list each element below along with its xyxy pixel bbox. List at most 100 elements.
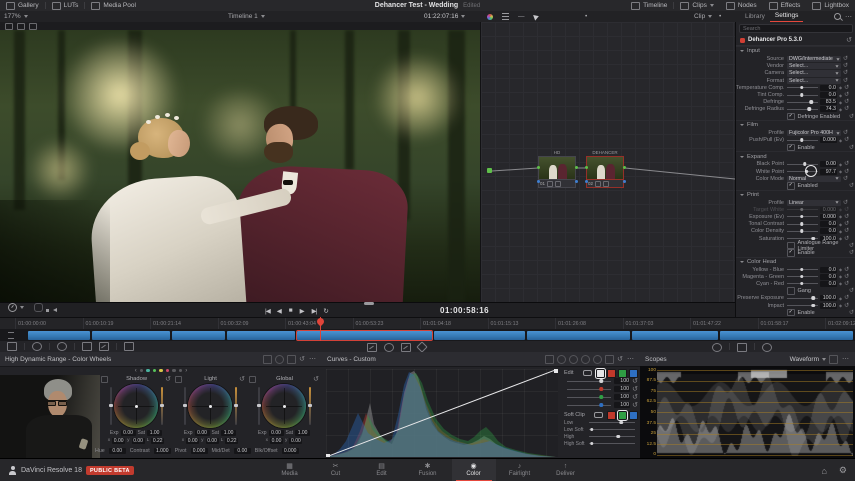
target-white-value[interactable]: 0.000 <box>820 207 837 213</box>
reset-icon[interactable]: ↺ <box>313 375 319 383</box>
reset-icon[interactable]: ↺ <box>299 355 305 363</box>
gang-checkbox[interactable] <box>787 287 795 295</box>
red-gain-value[interactable]: 100 <box>614 386 630 392</box>
media-pool-button[interactable]: Media Pool <box>85 0 142 11</box>
white-point-value[interactable]: 97.7 <box>820 169 837 175</box>
saturation-slider[interactable] <box>787 238 818 239</box>
first-frame-button[interactable]: |◀ <box>265 307 270 315</box>
light-color-wheel[interactable] <box>188 384 232 428</box>
scope-mode-select[interactable]: Waveform <box>790 356 819 363</box>
timeline-selector[interactable]: Timeline 1 <box>228 11 265 22</box>
node-view-dot-icon[interactable]: • <box>585 11 587 22</box>
viewer-image[interactable] <box>0 30 480 302</box>
reset-icon[interactable]: ↺ <box>844 221 849 227</box>
yellow-blue-value[interactable]: 0.0 <box>820 267 837 273</box>
project-manager-home-icon[interactable]: ⌂ <box>821 466 826 476</box>
timeline-zoom-handle[interactable] <box>364 302 374 305</box>
temperature-comp-value[interactable]: 0.0 <box>820 85 837 91</box>
timeline-clips-track[interactable] <box>0 329 855 341</box>
saturation-slider[interactable] <box>235 387 237 425</box>
reset-icon[interactable]: ↺ <box>843 63 848 69</box>
pager-dot[interactable] <box>153 369 157 373</box>
reset-icon[interactable]: ↺ <box>632 393 638 401</box>
keyframe-icon[interactable]: ◆ <box>839 169 842 174</box>
audio-mute-icon[interactable] <box>53 308 57 312</box>
reset-icon[interactable]: ↺ <box>844 228 849 234</box>
reset-icon[interactable]: ↺ <box>632 385 638 393</box>
link-channels-icon[interactable] <box>583 370 592 376</box>
vendor-select[interactable]: Select... <box>787 63 841 69</box>
page-tab-edit[interactable]: ▤Edit <box>360 459 404 481</box>
plugin-enabled-dot[interactable] <box>740 38 745 43</box>
blk-offset-value[interactable]: 0.000 <box>282 448 299 454</box>
node-graph[interactable]: HD 01 DEHANCER 02 <box>480 22 736 302</box>
shadow-color-wheel[interactable] <box>114 384 158 428</box>
reset-icon[interactable]: ↺ <box>844 281 849 287</box>
timeline-clip[interactable] <box>720 331 853 340</box>
keyframe-icon[interactable]: ◆ <box>839 229 842 234</box>
info-icon[interactable] <box>762 343 772 352</box>
node-output-dot[interactable] <box>623 166 626 169</box>
l-value[interactable]: 0.22 <box>225 438 238 444</box>
panel-expand-icon[interactable] <box>287 355 296 364</box>
reset-icon[interactable]: ↺ <box>844 99 849 105</box>
red-gain-slider[interactable] <box>567 389 611 390</box>
page-tab-fairlight[interactable]: ♪Fairlight <box>498 459 542 481</box>
pager-dot[interactable] <box>146 369 150 373</box>
exposure-ev-slider[interactable] <box>787 216 818 217</box>
highlight-eye-icon[interactable] <box>712 343 722 352</box>
exp-value[interactable]: 0.00 <box>195 430 210 436</box>
clips-button[interactable]: Clips <box>674 0 719 11</box>
timeline-clip[interactable] <box>92 331 170 340</box>
reset-icon[interactable]: ↺ <box>844 274 849 280</box>
exposure-ev-value[interactable]: 0.000 <box>820 214 837 220</box>
y-gain-value[interactable]: 100 <box>614 378 630 384</box>
timeline-clip-selected[interactable] <box>297 331 432 340</box>
tab-library[interactable]: Library <box>740 11 770 22</box>
curve-tool-icon[interactable] <box>545 355 554 364</box>
reset-icon[interactable]: ↺ <box>849 145 854 151</box>
page-tab-media[interactable]: ▦Media <box>268 459 312 481</box>
profile-select[interactable]: Linear <box>787 200 841 206</box>
keyframe-icon[interactable]: ◆ <box>839 162 842 167</box>
wheel-mode-icon[interactable] <box>32 342 42 351</box>
x-value[interactable]: 0.00 <box>112 438 125 444</box>
reset-icon[interactable]: ↺ <box>165 375 171 383</box>
timeline-clip[interactable] <box>28 331 90 340</box>
contrast-value[interactable]: 1.000 <box>154 448 171 454</box>
source-node[interactable] <box>487 168 492 173</box>
cyan-red-value[interactable]: 0.0 <box>820 281 837 287</box>
panel-menu-icon[interactable]: ⋯ <box>842 355 850 363</box>
node-options-dot-icon[interactable]: • <box>719 11 721 22</box>
magenta-green-slider[interactable] <box>787 276 818 277</box>
reset-icon[interactable]: ↺ <box>632 401 638 409</box>
reset-icon[interactable]: ↺ <box>843 70 848 76</box>
color-density-value[interactable]: 0.0 <box>820 228 837 234</box>
gallery-button[interactable]: Gallery <box>0 0 45 11</box>
clip-grade-icon[interactable] <box>7 342 17 351</box>
defringe-enabled-checkbox[interactable]: ✓ <box>787 113 795 121</box>
pager-dot[interactable] <box>179 369 183 373</box>
keyframe-icon[interactable]: ◆ <box>839 281 842 286</box>
node-input-dot[interactable] <box>537 166 540 169</box>
plugin-header[interactable]: Dehancer Pro 5.3.0 ↺ <box>736 35 855 46</box>
inspector-menu-icon[interactable]: ⋯ <box>845 11 853 22</box>
enabled-checkbox[interactable]: ✓ <box>787 182 795 190</box>
saturation-slider[interactable] <box>161 387 163 425</box>
x-value[interactable]: 0.00 <box>186 438 199 444</box>
high-slider[interactable] <box>589 436 635 437</box>
magenta-green-value[interactable]: 0.0 <box>820 274 837 280</box>
low-soft-slider[interactable] <box>589 429 635 430</box>
page-tab-color[interactable]: ◉Color <box>452 459 496 481</box>
high-soft-slider[interactable] <box>589 443 635 444</box>
pager-next-icon[interactable]: › <box>185 368 187 374</box>
stop-button[interactable]: ■ <box>289 307 293 314</box>
snapshot-icon[interactable] <box>82 342 92 351</box>
luts-button[interactable]: LUTs <box>46 0 85 11</box>
panel-expand-icon[interactable] <box>605 355 614 364</box>
panel-expand-icon[interactable] <box>829 355 838 364</box>
global-color-wheel[interactable] <box>262 384 306 428</box>
play-button[interactable]: ▶ <box>300 307 305 315</box>
scopes-toggle-icon[interactable] <box>737 343 747 352</box>
clock-icon[interactable] <box>57 342 67 351</box>
